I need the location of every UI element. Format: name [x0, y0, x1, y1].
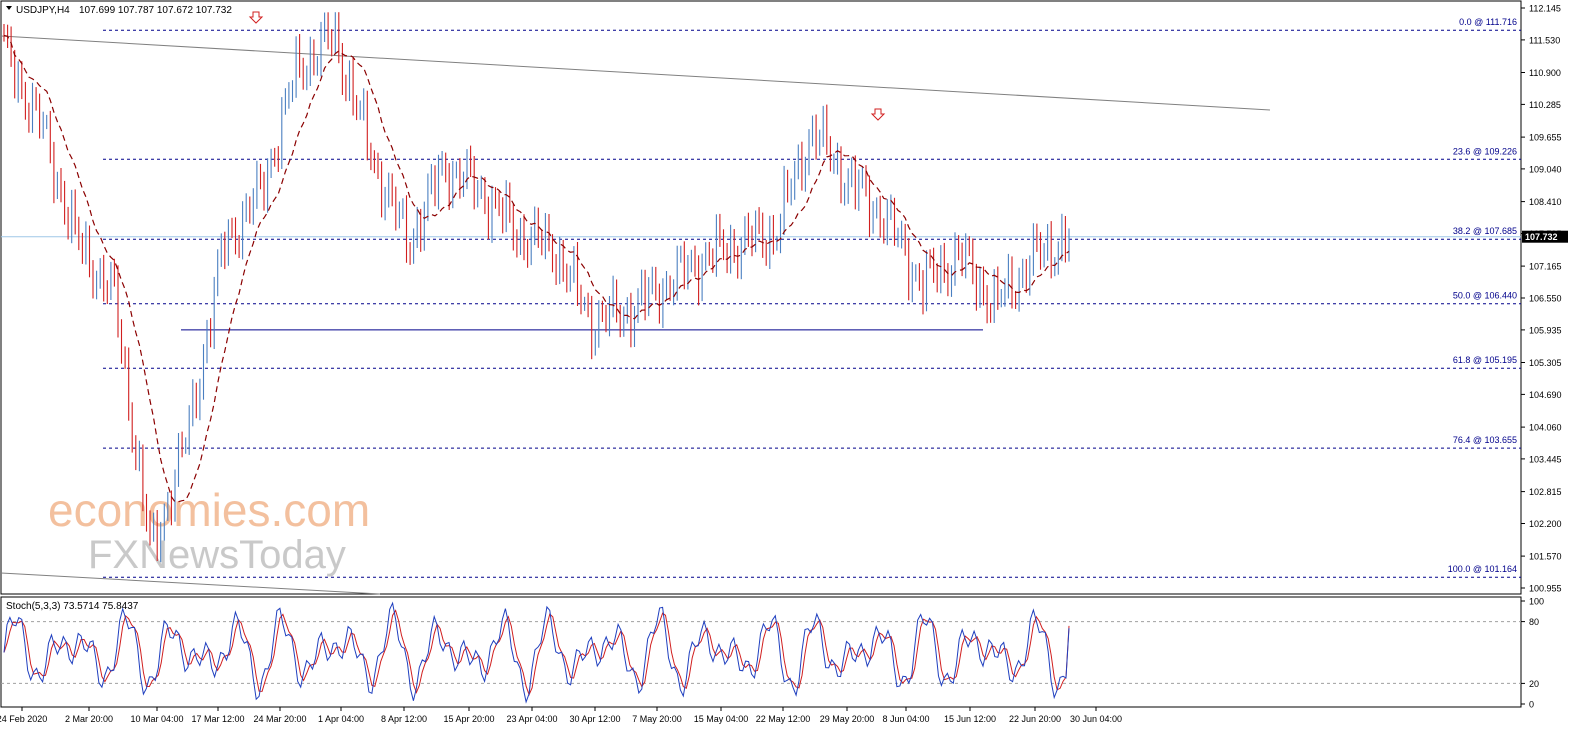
- price-tick-label: 104.060: [1529, 423, 1562, 433]
- price-tick-label: 111.530: [1529, 35, 1560, 45]
- price-tick-label: 102.815: [1529, 487, 1562, 497]
- price-tick-label: 112.145: [1529, 4, 1561, 14]
- usdjpy-chart: economies.com FXNewsToday 0.0 @ 111.716 2…: [0, 0, 1596, 743]
- time-tick-label: 15 Apr 20:00: [443, 714, 494, 724]
- fib-level-label: 50.0 @ 106.440: [1453, 291, 1517, 301]
- price-tick-label: 102.200: [1529, 519, 1562, 529]
- time-tick-label: 23 Apr 04:00: [506, 714, 557, 724]
- fib-level-label: 76.4 @ 103.655: [1453, 435, 1517, 445]
- fib-level-label: 61.8 @ 105.195: [1453, 355, 1517, 365]
- time-tick-label: 2 Mar 20:00: [65, 714, 113, 724]
- watermark: economies.com FXNewsToday: [48, 484, 370, 577]
- time-tick-label: 22 Jun 20:00: [1009, 714, 1061, 724]
- time-tick-label: 29 May 20:00: [820, 714, 875, 724]
- price-tick-label: 109.040: [1529, 164, 1562, 174]
- price-tick-label: 101.570: [1529, 552, 1562, 562]
- time-tick-label: 15 May 04:00: [694, 714, 749, 724]
- time-tick-label: 30 Jun 04:00: [1070, 714, 1122, 724]
- price-tick-label: 110.900: [1529, 68, 1561, 78]
- chart-canvas: economies.com FXNewsToday 0.0 @ 111.716 2…: [0, 0, 1596, 743]
- stoch-tick-label: 0: [1529, 700, 1534, 710]
- watermark-line1: economies.com: [48, 484, 370, 536]
- ohlc-readout: 107.699 107.787 107.672 107.732: [79, 5, 232, 16]
- time-tick-label: 24 Feb 2020: [0, 714, 47, 724]
- time-tick-label: 7 May 20:00: [632, 714, 682, 724]
- current-price-label: 107.732: [1525, 232, 1558, 242]
- time-tick-label: 30 Apr 12:00: [569, 714, 620, 724]
- fib-level-label: 0.0 @ 111.716: [1459, 17, 1517, 27]
- fib-level-label: 23.6 @ 109.226: [1453, 146, 1517, 156]
- time-tick-label: 10 Mar 04:00: [130, 714, 183, 724]
- time-tick-label: 15 Jun 12:00: [944, 714, 996, 724]
- price-tick-label: 109.655: [1529, 133, 1562, 143]
- time-tick-label: 8 Jun 04:00: [882, 714, 929, 724]
- price-tick-label: 104.690: [1529, 390, 1562, 400]
- time-tick-label: 8 Apr 12:00: [381, 714, 427, 724]
- price-tick-label: 108.410: [1529, 197, 1562, 207]
- price-tick-label: 103.445: [1529, 454, 1562, 464]
- price-tick-label: 107.165: [1529, 262, 1562, 272]
- stoch-tick-label: 100: [1529, 597, 1544, 607]
- stoch-label: Stoch(5,3,3) 73.5714 75.8437: [6, 601, 139, 612]
- stoch-tick-label: 80: [1529, 617, 1539, 627]
- fib-level-label: 38.2 @ 107.685: [1453, 226, 1517, 236]
- time-tick-label: 17 Mar 12:00: [191, 714, 244, 724]
- fib-level-label: 100.0 @ 101.164: [1448, 564, 1517, 574]
- stoch-tick-label: 20: [1529, 679, 1539, 689]
- time-tick-label: 1 Apr 04:00: [318, 714, 364, 724]
- price-tick-label: 110.285: [1529, 100, 1561, 110]
- price-tick-label: 105.935: [1529, 325, 1562, 335]
- watermark-line2: FXNewsToday: [88, 533, 346, 577]
- price-tick-label: 105.305: [1529, 358, 1562, 368]
- price-tick-label: 106.550: [1529, 294, 1562, 304]
- symbol-label: USDJPY,H4: [16, 5, 70, 16]
- time-tick-label: 24 Mar 20:00: [253, 714, 306, 724]
- time-tick-label: 22 May 12:00: [756, 714, 811, 724]
- price-tick-label: 100.955: [1529, 584, 1562, 594]
